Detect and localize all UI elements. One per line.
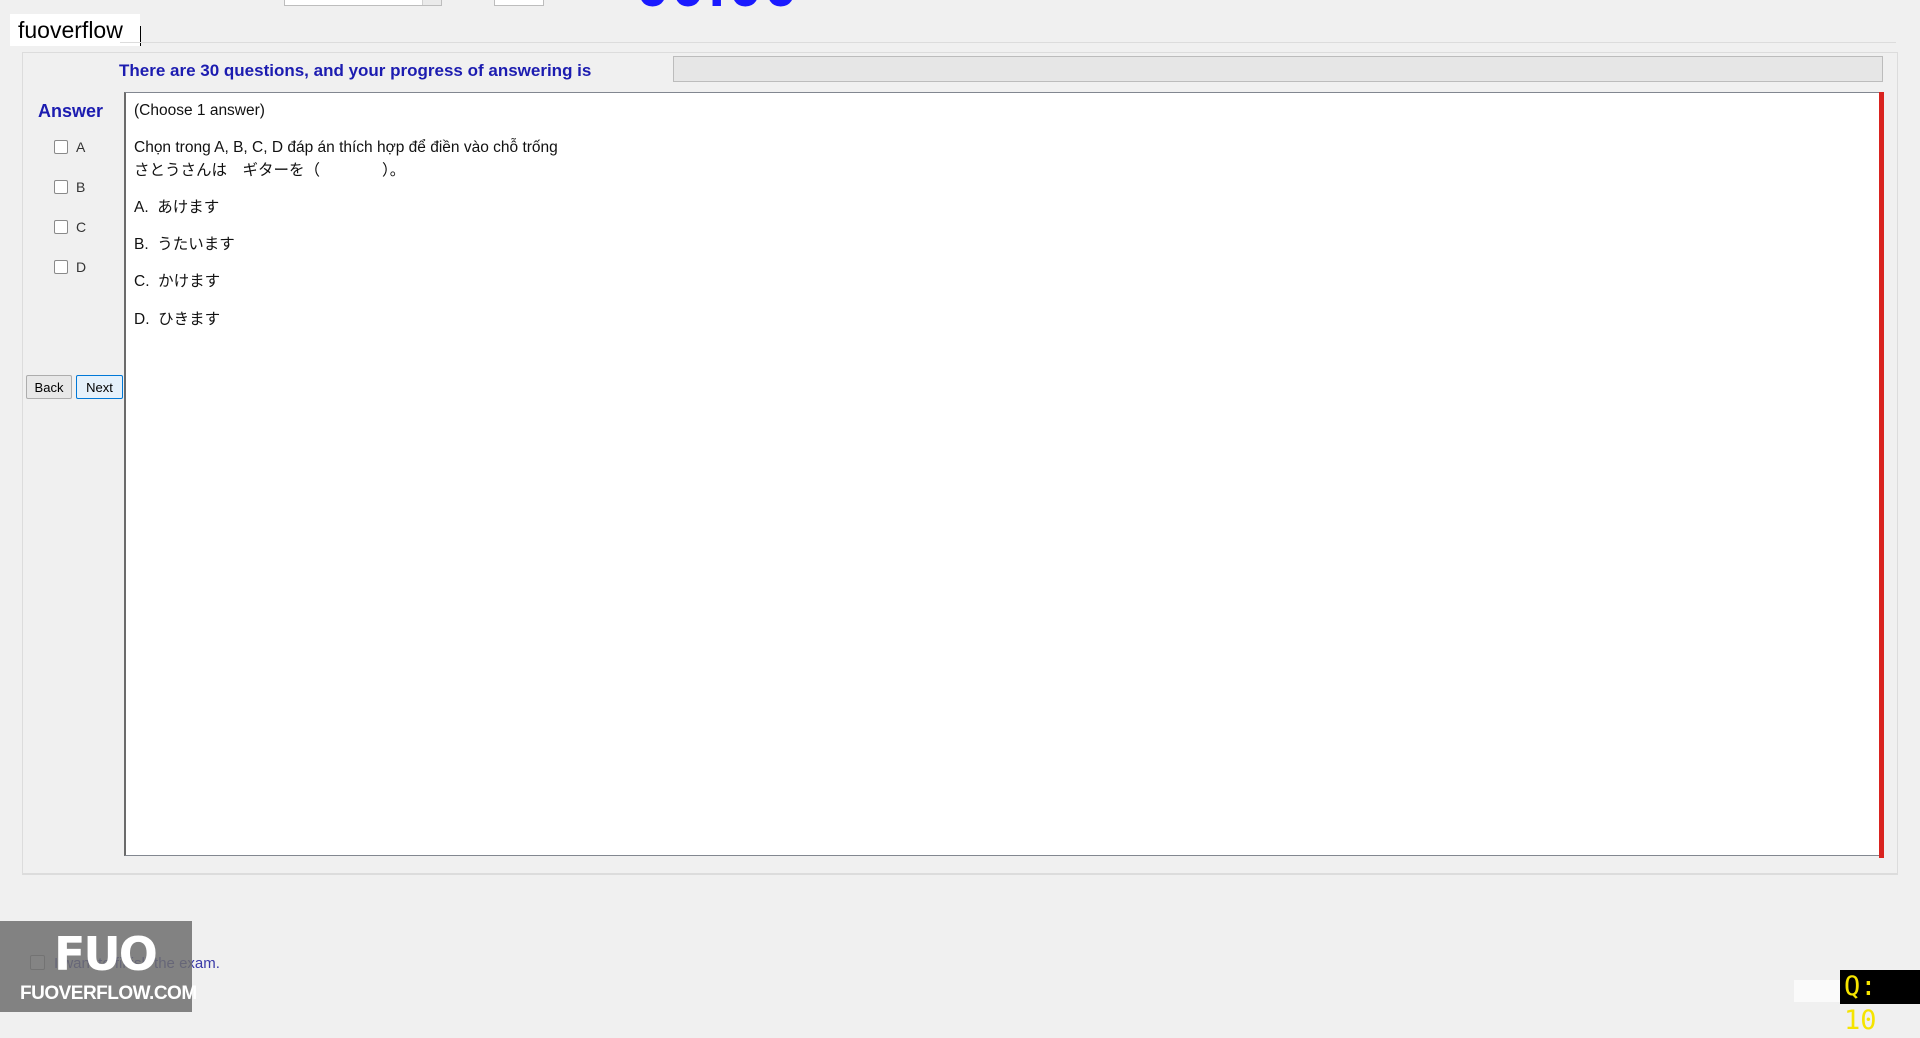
logo-text: FUOVERFLOW.COM: [20, 983, 197, 1004]
back-button[interactable]: Back: [26, 375, 72, 399]
answer-option-c[interactable]: C: [54, 217, 86, 237]
answer-choice-a: A. あけます: [134, 199, 220, 216]
answer-title: Answer: [38, 101, 104, 121]
top-dropdown[interactable]: [284, 0, 442, 6]
text-caret: [140, 26, 141, 46]
option-label: B: [76, 179, 86, 195]
divider: [120, 42, 1896, 43]
checkbox-a[interactable]: [54, 140, 68, 154]
checkbox-b[interactable]: [54, 180, 68, 194]
choose-hint: (Choose 1 answer): [134, 102, 265, 119]
answer-choice-d: D. ひきます: [134, 311, 221, 328]
top-small-field[interactable]: [494, 0, 544, 6]
option-label: C: [76, 219, 87, 235]
question-panel[interactable]: [124, 92, 1884, 856]
checkbox-c[interactable]: [54, 220, 68, 234]
question-sentence: さとうさんは ギターを（ ）。: [134, 162, 406, 179]
exam-timer: 00:00: [636, 0, 799, 16]
chevron-down-icon[interactable]: [422, 0, 441, 5]
answer-option-a[interactable]: A: [54, 137, 85, 157]
question-instruction: Chọn trong A, B, C, D đáp án thích hợp đ…: [134, 139, 558, 156]
fuo-logo: FUO FUOVERFLOW.COM: [0, 921, 197, 1012]
next-button[interactable]: Next: [76, 375, 123, 399]
question-counter: Q: 10: [1840, 970, 1920, 1036]
divider: [22, 874, 1898, 875]
answer-choice-b: B. うたいます: [134, 236, 235, 253]
option-label: D: [76, 259, 87, 275]
counter-backdrop: [1794, 980, 1844, 1002]
checkbox-d[interactable]: [54, 260, 68, 274]
answer-choice-c: C. かけます: [134, 273, 221, 290]
answer-option-b[interactable]: B: [54, 177, 85, 197]
option-label: A: [76, 139, 86, 155]
red-marker-bar: [1879, 92, 1884, 858]
logo-mark: FUO: [54, 927, 158, 981]
answer-option-d[interactable]: D: [54, 257, 86, 277]
